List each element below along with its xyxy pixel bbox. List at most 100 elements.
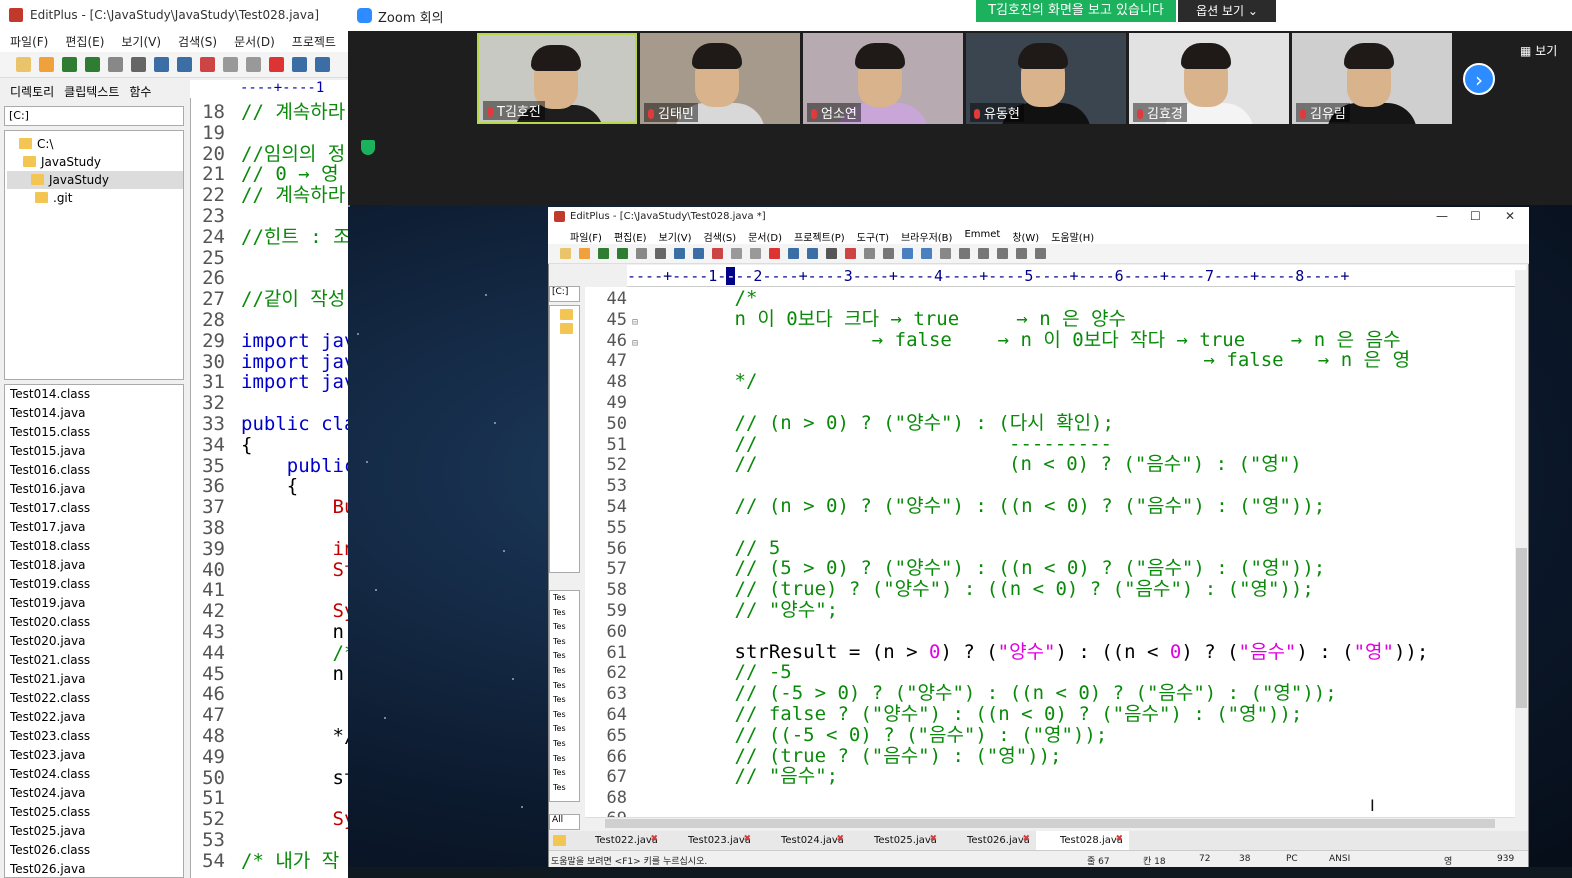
toolbar-tool-icon[interactable]: [598, 248, 609, 259]
toolbar-tool-icon[interactable]: [807, 248, 818, 259]
bg-file-item[interactable]: Test023.java: [5, 746, 183, 765]
shared-drive-select[interactable]: [C:]: [549, 286, 580, 302]
participant-video[interactable]: 김유림: [1292, 33, 1452, 124]
side-file-item[interactable]: Tes: [550, 693, 579, 708]
participant-video[interactable]: 김효경: [1129, 33, 1289, 124]
toolbar-tool-icon[interactable]: [693, 248, 704, 259]
toolbar-tool-icon[interactable]: [617, 248, 628, 259]
bg-file-item[interactable]: Test014.class: [5, 385, 183, 404]
bg-file-item[interactable]: Test020.java: [5, 632, 183, 651]
toolbar-tool-icon[interactable]: [108, 57, 123, 72]
view-options-button[interactable]: 옵션 보기 ⌄: [1178, 0, 1276, 22]
toolbar-tool-icon[interactable]: [200, 57, 215, 72]
side-file-item[interactable]: Tes: [550, 781, 579, 796]
toolbar-tool-icon[interactable]: [177, 57, 192, 72]
toolbar-tool-icon[interactable]: [579, 248, 590, 259]
toolbar-tool-icon[interactable]: [292, 57, 307, 72]
document-tab[interactable]: Test022.java ✖: [571, 831, 664, 850]
toolbar-tool-icon[interactable]: [940, 248, 951, 259]
toolbar-tool-icon[interactable]: [62, 57, 77, 72]
toolbar-tool-icon[interactable]: [1035, 248, 1046, 259]
bg-tree-folder[interactable]: .git: [35, 189, 72, 207]
bg-menu-item[interactable]: 파일(F): [10, 33, 48, 52]
toolbar-tool-icon[interactable]: [712, 248, 723, 259]
document-tab[interactable]: Test024.java ✖: [757, 831, 850, 850]
toolbar-tool-icon[interactable]: [16, 57, 31, 72]
bg-file-item[interactable]: Test025.java: [5, 822, 183, 841]
toolbar-tool-icon[interactable]: [883, 248, 894, 259]
toolbar-tool-icon[interactable]: [246, 57, 261, 72]
side-file-item[interactable]: Tes: [550, 752, 579, 767]
close-tab-icon[interactable]: ✖: [836, 834, 844, 844]
bg-file-item[interactable]: Test017.java: [5, 518, 183, 537]
toolbar-tool-icon[interactable]: [154, 57, 169, 72]
bg-menu-item[interactable]: 편집(E): [65, 33, 104, 52]
toolbar-tool-icon[interactable]: [750, 248, 761, 259]
document-tab[interactable]: Test025.java ✖: [850, 831, 943, 850]
toolbar-tool-icon[interactable]: [85, 57, 100, 72]
participant-video[interactable]: 김태민: [640, 33, 800, 124]
close-tab-icon[interactable]: ✖: [929, 834, 937, 844]
participant-video[interactable]: 유동현: [966, 33, 1126, 124]
bg-sidebar-tab[interactable]: 디렉토리: [10, 83, 54, 102]
menu-item[interactable]: 보기(V): [659, 229, 692, 244]
toolbar-tool-icon[interactable]: [959, 248, 970, 259]
bg-menu-item[interactable]: 검색(S): [178, 33, 217, 52]
bg-file-item[interactable]: Test014.java: [5, 404, 183, 423]
toolbar-tool-icon[interactable]: [864, 248, 875, 259]
bg-menu-item[interactable]: 프로젝트: [292, 33, 336, 52]
vertical-scroll-thumb[interactable]: [1516, 548, 1527, 708]
side-file-item[interactable]: Tes: [550, 591, 579, 606]
toolbar-tool-icon[interactable]: [131, 57, 146, 72]
bg-file-item[interactable]: Test022.class: [5, 689, 183, 708]
side-file-item[interactable]: Tes: [550, 606, 579, 621]
toolbar-tool-icon[interactable]: [788, 248, 799, 259]
bg-sidebar-tab[interactable]: 클립텍스트: [64, 83, 119, 102]
side-file-item[interactable]: Tes: [550, 679, 579, 694]
menu-item[interactable]: 검색(S): [704, 229, 737, 244]
bg-file-item[interactable]: Test017.class: [5, 499, 183, 518]
toolbar-tool-icon[interactable]: [315, 57, 330, 72]
toolbar-tool-icon[interactable]: [655, 248, 666, 259]
bg-file-item[interactable]: Test016.java: [5, 480, 183, 499]
bg-file-item[interactable]: Test015.class: [5, 423, 183, 442]
side-file-item[interactable]: Tes: [550, 722, 579, 737]
bg-file-item[interactable]: Test019.class: [5, 575, 183, 594]
side-file-item[interactable]: Tes: [550, 708, 579, 723]
file-filter-select[interactable]: All: [549, 814, 580, 830]
side-file-item[interactable]: Tes: [550, 766, 579, 781]
side-file-item[interactable]: Tes: [550, 635, 579, 650]
bg-file-item[interactable]: Test021.class: [5, 651, 183, 670]
toolbar-tool-icon[interactable]: [978, 248, 989, 259]
bg-file-item[interactable]: Test018.java: [5, 556, 183, 575]
side-file-item[interactable]: Tes: [550, 649, 579, 664]
background-drive-select[interactable]: [C:]: [4, 106, 184, 126]
menu-item[interactable]: 브라우저(B): [901, 229, 952, 244]
minimize-icon[interactable]: —: [1436, 209, 1448, 223]
vertical-scrollbar[interactable]: [1515, 270, 1528, 817]
bg-tree-folder[interactable]: C:\: [19, 135, 53, 153]
participant-video[interactable]: T김호진: [477, 33, 637, 124]
bg-file-item[interactable]: Test024.class: [5, 765, 183, 784]
bg-tree-folder[interactable]: JavaStudy: [23, 153, 101, 171]
close-icon[interactable]: ✕: [1505, 209, 1515, 223]
close-tab-icon[interactable]: ✖: [650, 834, 658, 844]
bg-menu-item[interactable]: 보기(V): [121, 33, 161, 52]
bg-file-item[interactable]: Test024.java: [5, 784, 183, 803]
toolbar-tool-icon[interactable]: [674, 248, 685, 259]
bg-file-item[interactable]: Test018.class: [5, 537, 183, 556]
menu-item[interactable]: 프로젝트(P): [794, 229, 845, 244]
participant-video[interactable]: 엄소연: [803, 33, 963, 124]
menu-item[interactable]: 도움말(H): [1051, 229, 1094, 244]
side-file-item[interactable]: Tes: [550, 620, 579, 635]
gallery-view-button[interactable]: ▦ 보기: [1520, 42, 1570, 58]
menu-item[interactable]: 파일(F): [570, 229, 602, 244]
document-tab[interactable]: Test026.java ✖: [943, 831, 1036, 850]
bg-tree-folder[interactable]: JavaStudy: [7, 171, 183, 189]
toolbar-tool-icon[interactable]: [769, 248, 780, 259]
document-tab[interactable]: Test023.java ✖: [664, 831, 757, 850]
menu-item[interactable]: 창(W): [1012, 229, 1039, 244]
close-tab-icon[interactable]: ✖: [1115, 834, 1123, 844]
toolbar-tool-icon[interactable]: [269, 57, 284, 72]
bg-file-item[interactable]: Test021.java: [5, 670, 183, 689]
